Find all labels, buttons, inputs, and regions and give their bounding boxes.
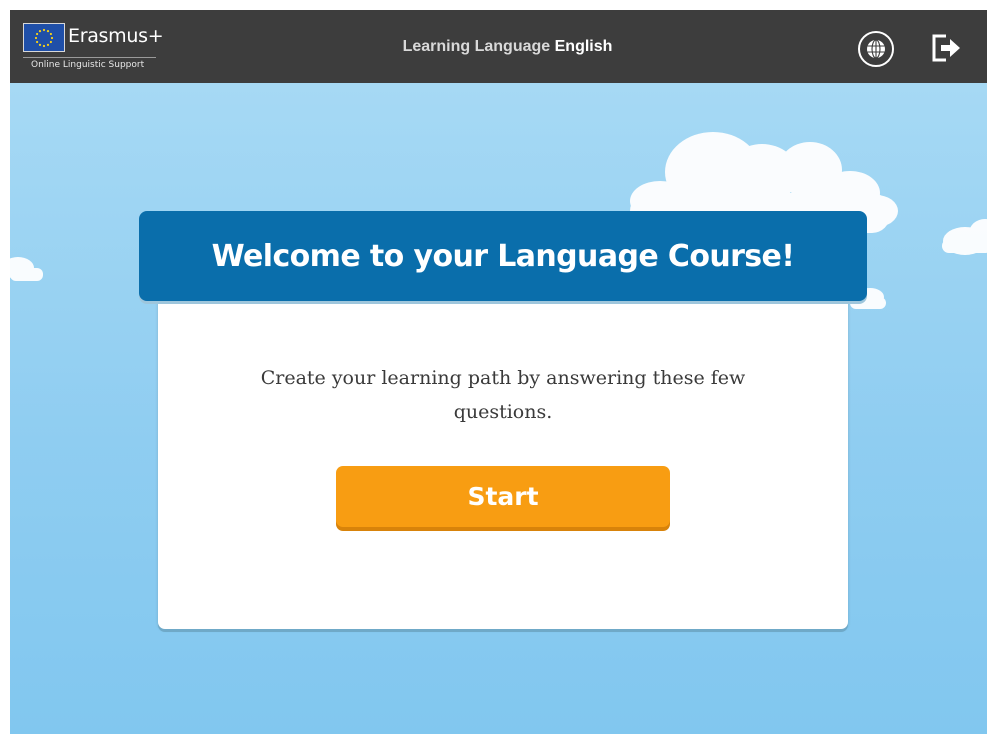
start-button[interactable]: Start xyxy=(336,466,670,527)
course-stage: Welcome to your Language Course! Create … xyxy=(10,83,987,734)
welcome-banner: Welcome to your Language Course! xyxy=(139,211,867,301)
welcome-card xyxy=(158,295,848,629)
language-button[interactable] xyxy=(858,31,894,67)
brand-tagline: Online Linguistic Support xyxy=(31,60,145,70)
intro-text: Create your learning path by answering t… xyxy=(260,367,746,423)
brand-name: Erasmus+ xyxy=(68,25,164,47)
logout-icon xyxy=(932,34,960,62)
title-prefix: Learning Language xyxy=(402,38,551,55)
globe-icon xyxy=(867,39,885,59)
logout-button[interactable] xyxy=(931,34,963,62)
welcome-heading: Welcome to your Language Course! xyxy=(211,238,795,274)
logo-divider xyxy=(23,57,156,58)
top-bar: Erasmus+ Online Linguistic Support Learn… xyxy=(10,10,987,83)
app-frame: Erasmus+ Online Linguistic Support Learn… xyxy=(10,10,987,734)
eu-flag-icon xyxy=(23,23,65,52)
erasmus-logo[interactable]: Erasmus+ Online Linguistic Support xyxy=(23,23,164,73)
title-language: English xyxy=(554,38,613,55)
page-title: Learning Language English xyxy=(310,38,705,56)
